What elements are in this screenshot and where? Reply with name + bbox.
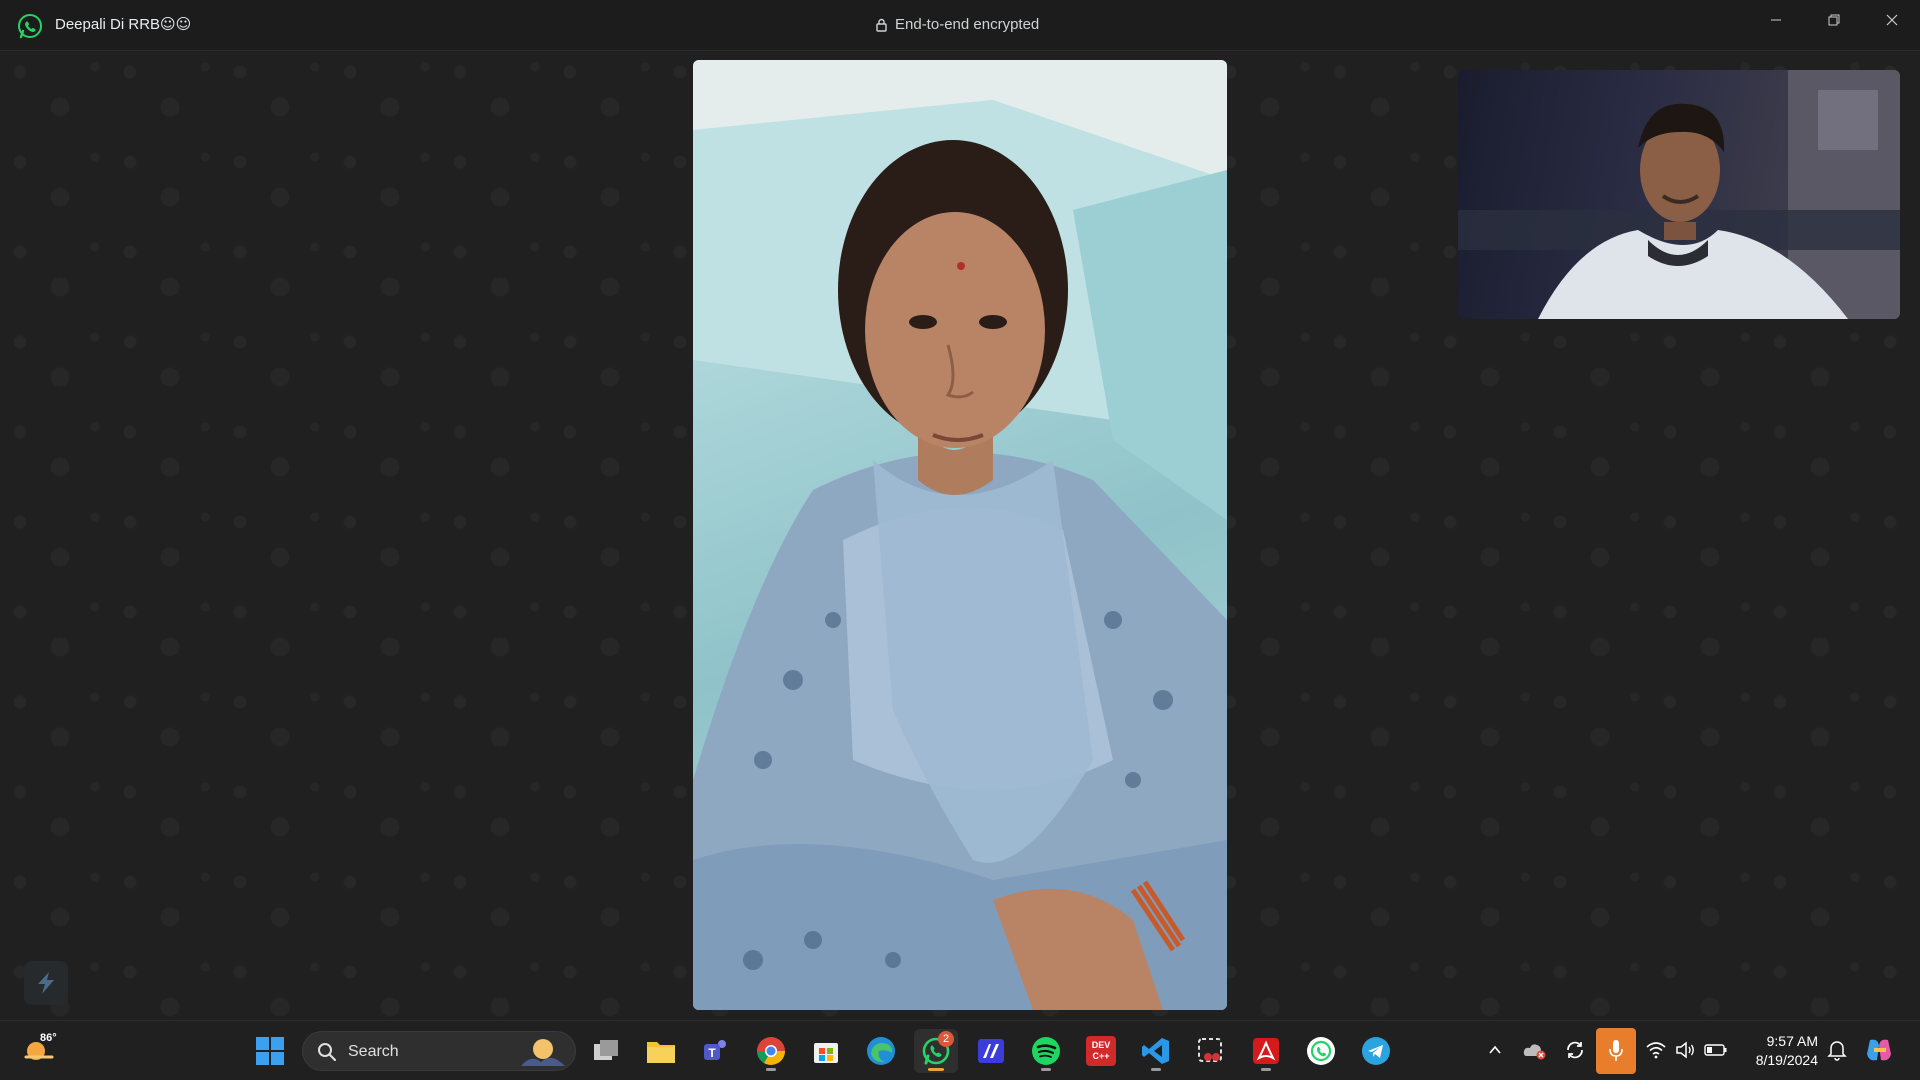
battery-button[interactable] (1701, 1035, 1731, 1065)
minimize-button[interactable] (1748, 0, 1804, 40)
store-button[interactable] (804, 1029, 848, 1073)
start-button[interactable] (248, 1029, 292, 1073)
restore-button[interactable] (1806, 0, 1862, 40)
microphone-in-use-button[interactable] (1596, 1028, 1636, 1074)
dev-cpp-icon: DEV C++ (1086, 1036, 1116, 1066)
editor-icon (978, 1039, 1004, 1063)
whatsapp-button[interactable]: 2 (914, 1029, 958, 1073)
svg-text:T: T (708, 1046, 716, 1060)
weather-temp: 86° (40, 1032, 57, 1044)
self-video[interactable] (1458, 70, 1900, 319)
chat-title[interactable]: Deepali Di RRB☺☺ (55, 15, 191, 33)
show-hidden-icons-button[interactable] (1480, 1035, 1510, 1065)
clock[interactable]: 9:57 AM 8/19/2024 (1738, 1032, 1818, 1070)
folder-icon (647, 1042, 675, 1063)
running-indicator (766, 1068, 776, 1071)
side-tool-button[interactable] (24, 961, 68, 1005)
volume-button[interactable] (1671, 1035, 1701, 1065)
acrobat-icon (1253, 1038, 1279, 1064)
clock-time: 9:57 AM (1766, 1033, 1818, 1049)
minimize-icon (1771, 19, 1781, 21)
running-indicator (1041, 1068, 1051, 1071)
cloud-error-icon (1523, 1044, 1546, 1060)
vscode-icon (1142, 1038, 1169, 1064)
edge-icon (867, 1037, 895, 1065)
onedrive-status-button[interactable] (1520, 1035, 1550, 1065)
close-icon (1886, 14, 1898, 26)
chrome-icon (757, 1037, 785, 1065)
notification-badge: 2 (938, 1031, 954, 1047)
title-bar: Deepali Di RRB☺☺ End-to-end encrypted (0, 0, 1920, 51)
telegram-icon (1362, 1037, 1390, 1065)
teams-icon: T (704, 1040, 726, 1060)
snipping-tool-icon (1198, 1038, 1222, 1062)
lightning-icon (38, 972, 54, 994)
acrobat-button[interactable] (1244, 1029, 1288, 1073)
encryption-label: End-to-end encrypted (895, 16, 1040, 33)
wifi-button[interactable] (1641, 1035, 1671, 1065)
chrome-button[interactable] (749, 1029, 793, 1073)
edge-button[interactable] (859, 1029, 903, 1073)
clock-date: 8/19/2024 (1755, 1052, 1818, 1068)
wifi-icon (1646, 1042, 1666, 1059)
snipping-tool-button[interactable] (1189, 1029, 1233, 1073)
running-indicator (1151, 1068, 1161, 1071)
dev-cpp-button[interactable]: DEV C++ (1079, 1029, 1123, 1073)
active-indicator (928, 1068, 944, 1071)
store-icon (814, 1043, 838, 1063)
encryption-indicator: End-to-end encrypted (876, 16, 1039, 33)
teams-button[interactable]: T (694, 1029, 738, 1073)
chat-name-text: Deepali Di RRB (55, 16, 161, 33)
lock-icon (876, 18, 887, 32)
spotify-icon (1032, 1037, 1060, 1065)
microphone-icon (1609, 1040, 1623, 1061)
copilot-icon (1867, 1039, 1891, 1061)
speaker-icon (1676, 1041, 1694, 1059)
self-video-feed (1458, 70, 1900, 319)
search-label: Search (348, 1043, 399, 1060)
restore-icon (1828, 14, 1840, 26)
taskbar-search[interactable]: Search (302, 1031, 576, 1071)
task-view-button[interactable] (584, 1029, 628, 1073)
taskbar: 86° Search T 2 DEV C++ 9:57 AM 8/19/2024 (0, 1020, 1920, 1080)
sync-button[interactable] (1560, 1035, 1590, 1065)
editor-button[interactable] (969, 1029, 1013, 1073)
chat-name-emoji: ☺☺ (160, 15, 192, 33)
vscode-button[interactable] (1134, 1029, 1178, 1073)
sync-icon (1567, 1041, 1583, 1059)
search-icon (318, 1043, 337, 1062)
chevron-up-icon (1489, 1045, 1501, 1054)
notifications-button[interactable] (1822, 1035, 1852, 1065)
task-view-icon (594, 1040, 618, 1060)
whatsapp-logo-icon (18, 14, 42, 39)
windows-logo-icon (256, 1037, 284, 1065)
whatsapp-circle-icon (1307, 1037, 1335, 1065)
telegram-button[interactable] (1354, 1029, 1398, 1073)
close-button[interactable] (1864, 0, 1920, 40)
battery-icon (1704, 1044, 1727, 1056)
file-explorer-button[interactable] (639, 1029, 683, 1073)
search-highlight-icon (521, 1039, 565, 1066)
remote-video[interactable] (693, 60, 1227, 1010)
whatsapp-web-button[interactable] (1299, 1029, 1343, 1073)
remote-video-feed (693, 60, 1227, 1010)
bell-icon (1827, 1041, 1847, 1061)
running-indicator (1261, 1068, 1271, 1071)
copilot-button[interactable] (1864, 1035, 1894, 1065)
spotify-button[interactable] (1024, 1029, 1068, 1073)
